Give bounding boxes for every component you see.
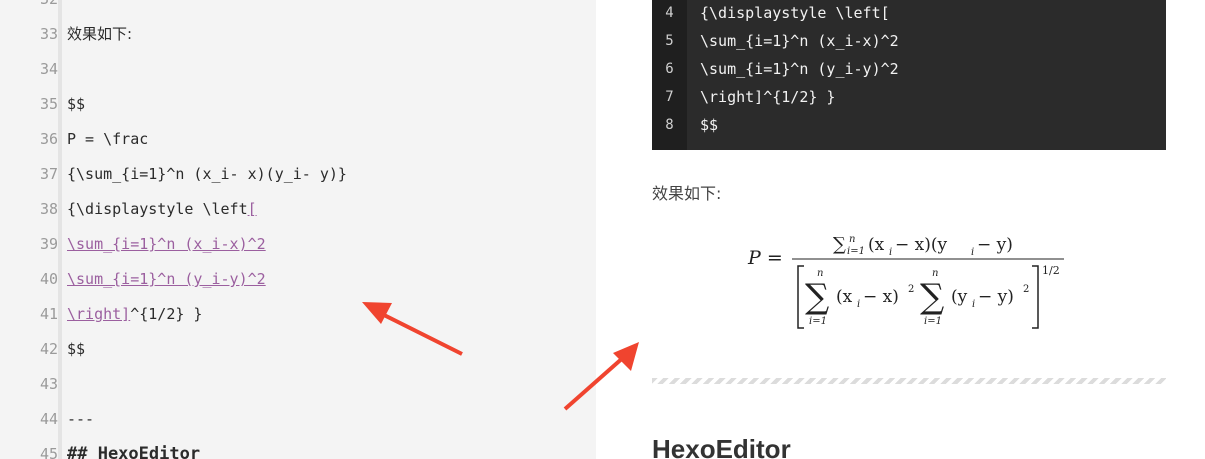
formula-den-t2: (y	[951, 287, 968, 307]
line-number: 43	[39, 375, 58, 393]
code-line-text: $$	[700, 116, 719, 134]
formula-num-i2: i	[971, 247, 974, 258]
editor-line[interactable]: 35 $$	[0, 87, 596, 122]
code-line-text: \sum_{i=1}^n (x_i-x)^2	[700, 32, 899, 50]
code-line: 6 \sum_{i=1}^n (y_i-y)^2	[652, 55, 1166, 83]
line-text: ## HexoEditor	[67, 444, 201, 459]
formula-num-i1: i	[889, 247, 892, 258]
line-number: 35	[39, 95, 58, 113]
formula-num-rest: (x	[868, 235, 885, 255]
formula-num-sup: n	[849, 234, 855, 245]
code-line: 7 \right]^{1/2} }	[652, 83, 1166, 111]
markdown-preview: 4 {\displaystyle \left[ 5 \sum_{i=1}^n (…	[596, 0, 1205, 459]
editor-line[interactable]: 41 \right]^{1/2} }	[0, 297, 596, 332]
editor-line[interactable]: 39 \sum_{i=1}^n (x_i-x)^2	[0, 227, 596, 262]
editor-line[interactable]: 42 $$	[0, 332, 596, 367]
line-text-link[interactable]: \sum_{i=1}^n (x_i-x)^2	[67, 227, 266, 262]
formula-num-mid: − x)(y	[895, 235, 948, 255]
editor-line[interactable]: 33 效果如下:	[0, 17, 596, 52]
line-text: $$	[67, 340, 86, 358]
line-text-plain: ^{1/2} }	[130, 305, 203, 323]
line-text: \right]^{1/2} }	[67, 297, 202, 332]
code-line: 8 $$	[652, 111, 1166, 139]
editor-line[interactable]: 43	[0, 367, 596, 402]
formula-num-sum: ∑	[833, 234, 846, 255]
line-number: 40	[39, 270, 58, 288]
editor-line[interactable]: 32	[0, 0, 596, 17]
line-text: {\displaystyle \left[	[67, 192, 257, 227]
editor-line[interactable]: 45 ## HexoEditor	[0, 437, 596, 459]
horizontal-rule	[652, 378, 1166, 384]
formula-den-t1: (x	[836, 287, 853, 307]
line-number: 33	[39, 25, 58, 43]
formula-den-sq1: 2	[908, 284, 914, 295]
formula-num-sub: i=1	[847, 246, 865, 257]
code-line-number: 6	[665, 61, 674, 77]
line-number: 41	[39, 305, 58, 323]
formula-den-t2r: − y)	[978, 287, 1014, 307]
line-number: 39	[39, 235, 58, 253]
formula-den-sum1: ∑	[805, 277, 829, 317]
formula-num-end: − y)	[977, 235, 1013, 255]
formula-den-t2i: i	[972, 299, 975, 310]
line-text-plain: {\displaystyle \left	[67, 200, 248, 218]
line-number: 45	[39, 445, 58, 459]
code-line-text: \right]^{1/2} }	[700, 88, 836, 106]
code-line-number: 7	[665, 89, 674, 105]
line-text: ---	[67, 410, 95, 428]
formula-den-exp: 1/2	[1042, 264, 1060, 277]
code-line: 5 \sum_{i=1}^n (x_i-x)^2	[652, 27, 1166, 55]
code-line-number: 5	[665, 33, 674, 49]
formula-den-sum2: ∑	[920, 277, 944, 317]
left-bracket	[797, 265, 804, 329]
line-text: {\sum_{i=1}^n (x_i- x)(y_i- y)}	[67, 165, 347, 183]
code-line-text: \sum_{i=1}^n (y_i-y)^2	[700, 60, 899, 78]
line-text: $$	[67, 95, 86, 113]
formula-den-t1r: − x)	[863, 287, 899, 307]
editor-line[interactable]: 38 {\displaystyle \left[	[0, 192, 596, 227]
editor-line[interactable]: 36 P = \frac	[0, 122, 596, 157]
line-number: 44	[39, 410, 58, 428]
formula-den-i1: i=1	[809, 316, 827, 327]
line-number: 38	[39, 200, 58, 218]
line-number: 36	[39, 130, 58, 148]
formula-den-sq2: 2	[1023, 284, 1029, 295]
editor-line[interactable]: 40 \sum_{i=1}^n (y_i-y)^2	[0, 262, 596, 297]
code-line-text: {\displaystyle \left[	[700, 4, 890, 22]
line-number: 37	[39, 165, 58, 183]
preview-heading: HexoEditor	[652, 434, 791, 459]
editor-line[interactable]: 44 ---	[0, 402, 596, 437]
rendered-formula: P = ∑ n i=1 (x i − x)(y i − y) n ∑ i=1 (…	[747, 234, 1064, 329]
code-line: 4 {\displaystyle \left[	[652, 0, 1166, 27]
editor-line[interactable]: 34	[0, 52, 596, 87]
formula-den-i2: i=1	[924, 316, 942, 327]
code-line-number: 8	[665, 117, 674, 133]
line-text: 效果如下:	[67, 25, 133, 43]
markdown-editor[interactable]: 32 33 效果如下: 34 35 $$ 36 P = \frac 37 {\s…	[0, 0, 596, 459]
line-number: 34	[39, 60, 58, 78]
right-bracket	[1032, 265, 1039, 329]
result-label: 效果如下:	[652, 184, 722, 203]
code-block: 4 {\displaystyle \left[ 5 \sum_{i=1}^n (…	[652, 0, 1166, 150]
line-number: 42	[39, 340, 58, 358]
line-text: P = \frac	[67, 130, 149, 148]
formula-den-t1i: i	[857, 299, 860, 310]
code-line-number: 4	[665, 5, 674, 21]
formula-lhs: P =	[747, 247, 783, 269]
editor-line[interactable]: 37 {\sum_{i=1}^n (x_i- x)(y_i- y)}	[0, 157, 596, 192]
line-text-link[interactable]: \right]	[67, 305, 130, 323]
line-text-link[interactable]: \sum_{i=1}^n (y_i-y)^2	[67, 262, 266, 297]
line-number: 32	[0, 0, 58, 17]
line-text-link[interactable]: [	[248, 200, 257, 218]
